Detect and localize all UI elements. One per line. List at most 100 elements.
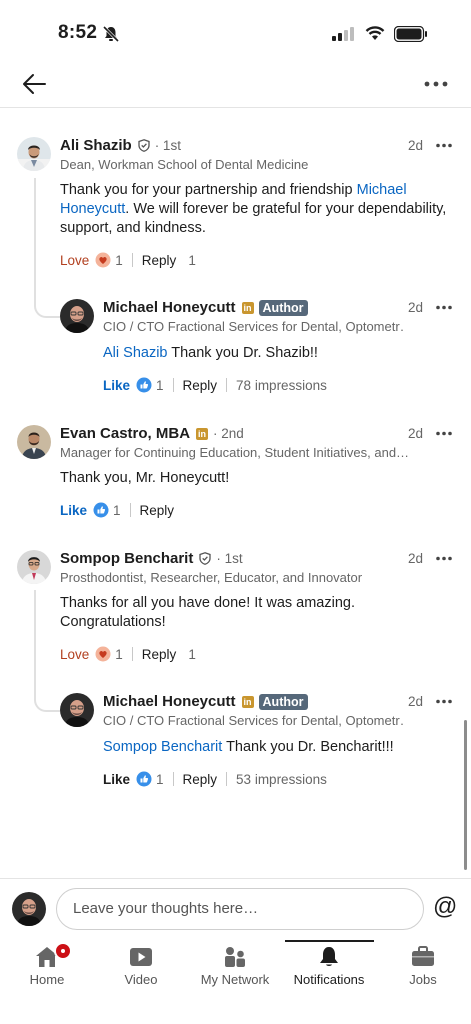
- divider: [226, 772, 228, 786]
- back-arrow-icon[interactable]: [22, 72, 48, 96]
- comment-author-row: Ali Shazib · 1st: [60, 137, 181, 154]
- comment-author-name[interactable]: Evan Castro, MBA: [60, 425, 190, 442]
- bell-icon: [320, 947, 338, 966]
- premium-badge-icon: in: [241, 695, 254, 708]
- impressions-count[interactable]: 78 impressions: [236, 378, 327, 393]
- mention-link[interactable]: Sompop Bencharit: [103, 739, 222, 755]
- comment-author-row: Michael Honeycutt in Author: [103, 299, 308, 316]
- tab-label: Video: [124, 972, 158, 987]
- thread-connector-curve: [34, 296, 60, 318]
- thread-connector: [34, 178, 36, 296]
- notification-badge: [54, 942, 72, 960]
- avatar[interactable]: [17, 137, 51, 171]
- reply-count[interactable]: 1: [188, 647, 196, 662]
- wifi-icon: [365, 26, 385, 40]
- comment-author-headline: Prosthodontist, Researcher, Educator, an…: [60, 570, 363, 585]
- premium-badge-icon: in: [196, 427, 209, 440]
- tab-label: Notifications: [293, 972, 365, 987]
- comment-author-headline: CIO / CTO Fractional Services for Dental…: [103, 319, 403, 334]
- tab-label: My Network: [200, 972, 270, 987]
- love-reaction-button[interactable]: Love: [60, 647, 89, 662]
- comment-actions: Like 1 Reply 53 impressions: [103, 771, 327, 787]
- network-icon: [225, 947, 245, 967]
- bottom-tab-bar: Home Video My Network Notifications Jobs: [0, 940, 471, 1024]
- comment-author-name[interactable]: Sompop Bencharit: [60, 550, 193, 567]
- divider: [226, 378, 228, 392]
- comment-actions: Like 1 Reply 78 impressions: [103, 377, 327, 393]
- avatar[interactable]: [17, 425, 51, 459]
- connection-degree: · 2nd: [213, 426, 244, 441]
- comment-more-icon[interactable]: [436, 143, 452, 148]
- divider: [172, 378, 174, 392]
- like-reaction-button[interactable]: Like: [103, 378, 130, 393]
- tab-label: Jobs: [409, 972, 437, 987]
- comment-author-row: Michael Honeycutt in Author: [103, 693, 308, 710]
- reply-button[interactable]: Reply: [183, 772, 218, 787]
- status-time: 8:52: [58, 22, 98, 43]
- battery-icon: [394, 26, 427, 42]
- comment-more-icon[interactable]: [436, 699, 452, 704]
- comment-actions: Like 1 Reply: [60, 502, 174, 518]
- love-heart-icon: [95, 252, 111, 268]
- comment-text: Sompop Bencharit Thank you Dr. Bencharit…: [103, 738, 453, 757]
- like-reaction-button[interactable]: Like: [60, 503, 87, 518]
- scrollbar[interactable]: [464, 720, 467, 870]
- comment-input[interactable]: Leave your thoughts here…: [56, 888, 424, 930]
- comment-timestamp: 2d: [408, 138, 424, 153]
- reply-button[interactable]: Reply: [142, 647, 177, 662]
- comment-author-row: Sompop Bencharit · 1st: [60, 550, 243, 567]
- comment-author-name[interactable]: Michael Honeycutt: [103, 693, 236, 710]
- like-thumb-icon: [136, 377, 152, 393]
- love-reaction-button[interactable]: Love: [60, 253, 89, 268]
- divider: [172, 772, 174, 786]
- bell-muted-icon: [102, 25, 120, 43]
- comment-author-headline: CIO / CTO Fractional Services for Dental…: [103, 713, 403, 728]
- comment-text-part: Thank you for your partnership and frien…: [60, 182, 357, 198]
- reaction-count[interactable]: 1: [115, 253, 123, 268]
- comment-more-icon[interactable]: [436, 556, 452, 561]
- current-user-avatar[interactable]: [12, 892, 46, 926]
- thread-connector-curve: [34, 690, 60, 712]
- comment-author-row: Evan Castro, MBA in · 2nd: [60, 425, 244, 442]
- author-badge: Author: [258, 693, 308, 710]
- reaction-count[interactable]: 1: [156, 378, 164, 393]
- reaction-count[interactable]: 1: [113, 503, 121, 518]
- reply-button[interactable]: Reply: [142, 253, 177, 268]
- cellular-signal-icon: [332, 27, 354, 41]
- comment-author-name[interactable]: Ali Shazib: [60, 137, 132, 154]
- divider: [131, 647, 133, 661]
- connection-degree: · 1st: [216, 551, 243, 566]
- verified-shield-icon: [199, 552, 212, 565]
- impressions-count[interactable]: 53 impressions: [236, 772, 327, 787]
- reaction-count[interactable]: 1: [156, 772, 164, 787]
- verified-shield-icon: [138, 139, 150, 152]
- comment-more-icon[interactable]: [436, 305, 452, 310]
- reply-count[interactable]: 1: [188, 253, 196, 268]
- avatar[interactable]: [60, 299, 94, 333]
- active-tab-indicator: [285, 940, 374, 942]
- video-icon: [130, 948, 152, 966]
- comment-actions: Love 1 Reply 1: [60, 252, 196, 268]
- comment-timestamp: 2d: [408, 551, 424, 566]
- like-thumb-icon: [136, 771, 152, 787]
- mention-link[interactable]: Ali Shazib: [103, 345, 167, 361]
- tab-label: Home: [29, 972, 65, 987]
- comment-author-name[interactable]: Michael Honeycutt: [103, 299, 236, 316]
- comment-text: Ali Shazib Thank you Dr. Shazib!!: [103, 344, 453, 363]
- comment-timestamp: 2d: [408, 694, 424, 709]
- reaction-count[interactable]: 1: [115, 647, 123, 662]
- like-reaction-button[interactable]: Like: [103, 772, 130, 787]
- avatar[interactable]: [60, 693, 94, 727]
- reply-button[interactable]: Reply: [140, 503, 175, 518]
- premium-badge-icon: in: [241, 301, 254, 314]
- comment-text-part: Thank you Dr. Bencharit!!!: [222, 739, 394, 755]
- comment-actions: Love 1 Reply 1: [60, 646, 196, 662]
- reply-button[interactable]: Reply: [183, 378, 218, 393]
- comment-more-icon[interactable]: [436, 431, 452, 436]
- more-options-icon[interactable]: [424, 81, 448, 87]
- comment-author-headline: Manager for Continuing Education, Studen…: [60, 445, 410, 460]
- divider: [129, 503, 131, 517]
- like-thumb-icon: [93, 502, 109, 518]
- mention-button[interactable]: @: [433, 893, 457, 921]
- avatar[interactable]: [17, 550, 51, 584]
